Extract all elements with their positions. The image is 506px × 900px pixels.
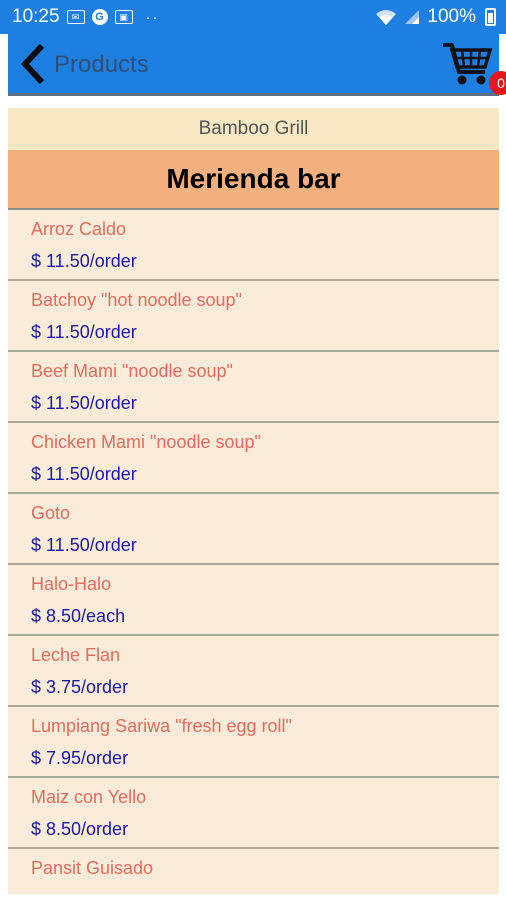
product-item[interactable]: Lumpiang Sariwa "fresh egg roll" $ 7.95/… — [8, 707, 499, 778]
g-app-icon: G — [91, 9, 108, 25]
product-name: Pansit Guisado — [31, 858, 154, 878]
status-left: 10:25 ✉ G ▣ ·· — [12, 6, 160, 28]
back-button[interactable] — [16, 43, 50, 85]
cart-button[interactable] — [440, 38, 496, 90]
product-name: Halo-Halo — [31, 574, 112, 594]
image-icon: ▣ — [114, 10, 133, 24]
product-name: Lumpiang Sariwa "fresh egg roll" — [31, 716, 292, 736]
product-item[interactable]: Pansit Guisado — [8, 849, 499, 894]
product-name: Beef Mami "noodle soup" — [31, 361, 233, 381]
product-list: Arroz Caldo $ 11.50/order Batchoy "hot n… — [8, 210, 499, 894]
product-item[interactable]: Chicken Mami "noodle soup" $ 11.50/order — [8, 423, 499, 494]
product-price: $ 11.50/order — [31, 464, 137, 484]
product-item[interactable]: Arroz Caldo $ 11.50/order — [8, 210, 499, 281]
product-price: $ 11.50/order — [31, 322, 137, 342]
status-right: 100% — [375, 6, 496, 28]
product-name: Goto — [31, 503, 71, 523]
product-price: $ 8.50/each — [31, 606, 126, 626]
product-item[interactable]: Beef Mami "noodle soup" $ 11.50/order — [8, 352, 499, 423]
product-name: Batchoy "hot noodle soup" — [31, 290, 242, 310]
back-chevron-icon — [20, 43, 45, 85]
product-name: Maiz con Yello — [31, 787, 147, 807]
product-price: $ 3.75/order — [31, 677, 129, 697]
category-title: Merienda bar — [8, 150, 499, 210]
cart-icon — [443, 43, 493, 85]
product-item[interactable]: Goto $ 11.50/order — [8, 494, 499, 565]
battery-icon — [485, 8, 496, 26]
wifi-icon — [376, 10, 397, 25]
product-name: Arroz Caldo — [31, 219, 127, 239]
product-price: $ 11.50/order — [31, 393, 137, 413]
status-bar: 10:25 ✉ G ▣ ·· 100% — [0, 0, 506, 34]
mail-icon: ✉ — [66, 10, 85, 24]
product-name: Chicken Mami "noodle soup" — [31, 432, 261, 452]
product-content: Bamboo Grill Merienda bar Arroz Caldo $ … — [8, 108, 499, 894]
more-notifications-icon: ·· — [145, 8, 160, 26]
restaurant-name: Bamboo Grill — [8, 108, 499, 150]
product-name: Leche Flan — [31, 645, 121, 665]
product-price: $ 7.95/order — [31, 748, 129, 768]
product-item[interactable]: Leche Flan $ 3.75/order — [8, 636, 499, 707]
product-price: $ 11.50/order — [31, 535, 137, 555]
cart-count-badge: 0 — [489, 71, 506, 95]
app-bar: Products 0 — [8, 34, 506, 96]
product-item[interactable]: Batchoy "hot noodle soup" $ 11.50/order — [8, 281, 499, 352]
product-price: $ 11.50/order — [31, 251, 137, 271]
product-price: $ 8.50/order — [31, 819, 129, 839]
page-title: Products — [54, 51, 149, 78]
product-item[interactable]: Halo-Halo $ 8.50/each — [8, 565, 499, 636]
status-time: 10:25 — [12, 6, 60, 27]
battery-percent: 100% — [427, 6, 476, 27]
signal-icon — [405, 10, 420, 24]
product-item[interactable]: Maiz con Yello $ 8.50/order — [8, 778, 499, 849]
